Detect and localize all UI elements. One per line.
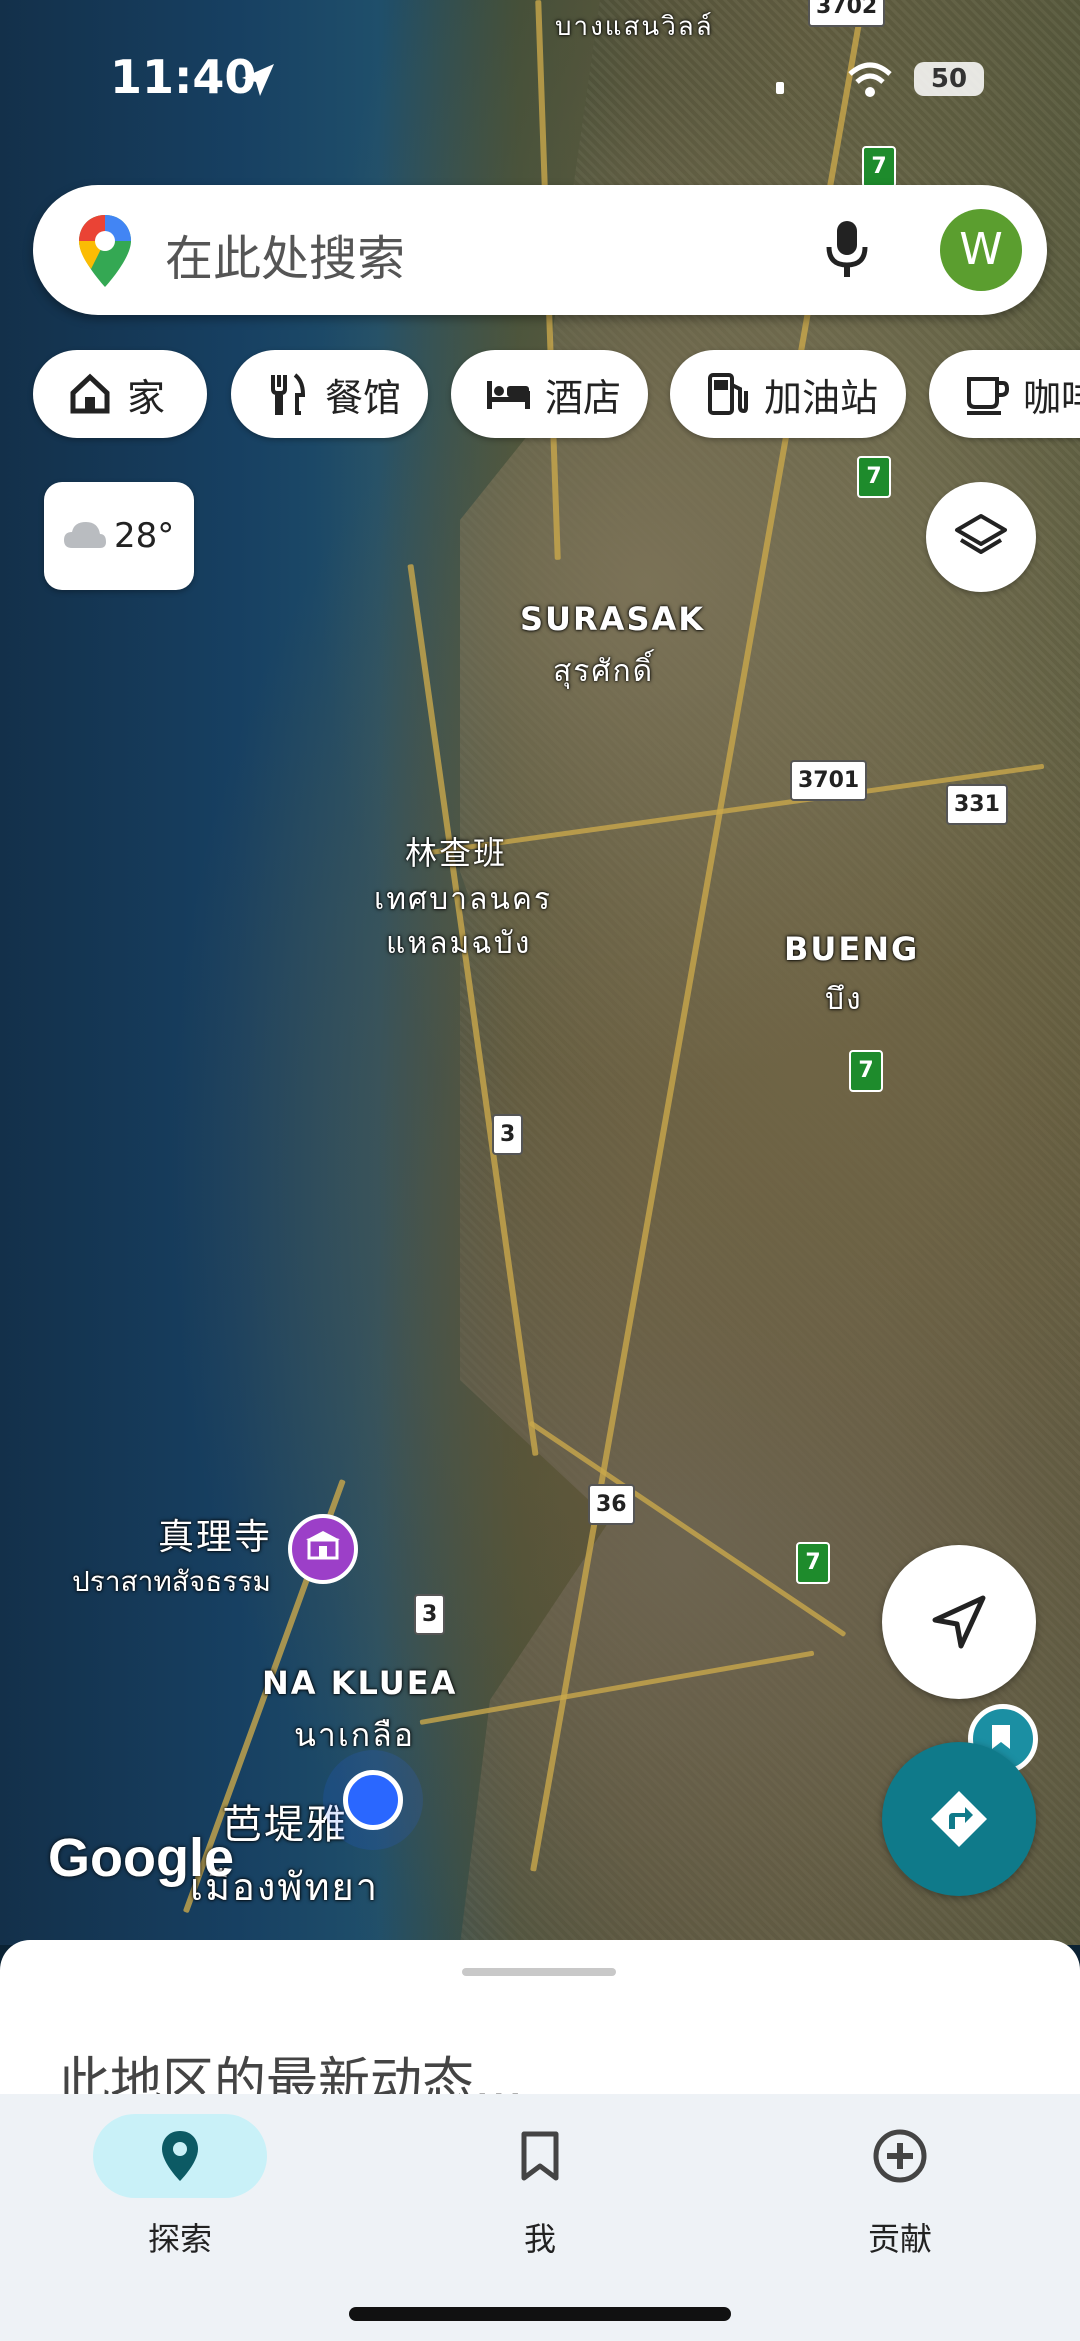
highway-shield: 7	[796, 1542, 830, 1584]
chip-restaurants[interactable]: 餐馆	[231, 350, 428, 438]
road-shield: 3701	[790, 760, 868, 801]
map-label-surasak-th: สุรศักดิ์	[553, 654, 655, 689]
chip-label: 咖啡	[1023, 375, 1080, 420]
road-shield: 331	[946, 784, 1008, 825]
bottom-sheet[interactable]: 此地区的最新动态...	[0, 1940, 1080, 2113]
sheet-drag-handle[interactable]	[462, 1968, 616, 1976]
wifi-icon	[848, 62, 892, 97]
google-maps-pin-icon	[79, 215, 131, 287]
road-shield: 36	[588, 1484, 635, 1525]
bookmark-icon	[521, 2131, 559, 2181]
search-input[interactable]: 在此处搜索	[165, 219, 405, 289]
location-arrow-icon	[242, 64, 274, 96]
coffee-icon	[967, 377, 1009, 415]
signal-icon	[776, 82, 784, 94]
layers-button[interactable]	[926, 482, 1036, 592]
account-avatar[interactable]: W	[940, 209, 1022, 291]
weather-temp: 28°	[114, 516, 175, 556]
navigation-arrow-icon	[932, 1595, 986, 1649]
search-bar[interactable]: 在此处搜索 W	[33, 185, 1047, 315]
battery-indicator: 50	[914, 62, 984, 96]
nav-pill	[453, 2114, 627, 2198]
map-label-naklua-th: นาเกลือ	[294, 1716, 415, 1754]
home-indicator[interactable]	[349, 2307, 731, 2321]
cloud-icon	[64, 522, 106, 548]
chip-label: 家	[127, 375, 166, 420]
nav-contribute[interactable]: 贡献	[780, 2114, 1020, 2260]
temple-poi-icon[interactable]	[288, 1514, 358, 1584]
map-label-pattaya-cn: 芭堤雅	[222, 1802, 348, 1848]
google-attribution: Google	[48, 1828, 234, 1888]
map-label-surasak-en: SURASAK	[520, 600, 706, 638]
nav-label: 我	[523, 2220, 556, 2258]
chip-gas-stations[interactable]: 加油站	[670, 350, 906, 438]
map-label-temple-cn[interactable]: 真理寺	[158, 1508, 272, 1560]
restaurant-icon	[271, 373, 306, 415]
map-label-naklua-en: NA KLUEA	[262, 1664, 458, 1702]
directions-button[interactable]	[882, 1742, 1036, 1896]
microphone-icon[interactable]	[825, 219, 869, 281]
highway-shield: 7	[857, 456, 891, 498]
road-shield: 3	[414, 1594, 446, 1635]
nav-pill	[813, 2114, 987, 2198]
map-label-bueng-th: บึง	[825, 982, 863, 1017]
map-label-temple-th[interactable]: ปราสาทสัจธรรม	[72, 1560, 271, 1604]
nav-explore[interactable]: 探索	[60, 2114, 300, 2260]
bottom-navigation: 探索 我 贡献	[0, 2094, 1080, 2341]
chip-hotels[interactable]: 酒店	[451, 350, 648, 438]
layers-icon	[955, 514, 1007, 554]
road-shield: 3	[492, 1114, 524, 1155]
nav-label: 探索	[147, 2220, 212, 2258]
map-label-laem-cn: 林查班	[405, 834, 508, 872]
highway-shield: 7	[849, 1050, 883, 1092]
status-bar: 11:40 50	[0, 0, 1080, 150]
status-time: 11:40	[110, 50, 257, 104]
gas-station-icon	[708, 373, 748, 415]
directions-icon	[931, 1791, 987, 1847]
map-label-laem-th1: เทศบาลนคร	[374, 882, 553, 917]
chip-home[interactable]: 家	[33, 350, 207, 438]
highway-shield: 7	[862, 146, 896, 188]
home-icon	[70, 373, 110, 414]
explore-pin-icon	[162, 2131, 198, 2181]
chip-label: 餐馆	[325, 375, 402, 420]
map-label-bueng-en: BUENG	[784, 930, 920, 968]
chip-label: 加油站	[764, 375, 879, 420]
chip-coffee[interactable]: 咖啡	[929, 350, 1080, 438]
my-location-dot	[343, 1770, 403, 1830]
nav-active-indicator	[93, 2114, 267, 2198]
nav-label: 贡献	[867, 2220, 932, 2258]
weather-widget[interactable]: 28°	[44, 482, 194, 590]
add-circle-icon	[873, 2129, 927, 2183]
hotel-icon	[487, 381, 530, 409]
chip-label: 酒店	[545, 375, 622, 420]
nav-me[interactable]: 我	[420, 2114, 660, 2260]
my-location-button[interactable]	[882, 1545, 1036, 1699]
map-label-laem-th2: แหลมฉบัง	[386, 926, 532, 961]
